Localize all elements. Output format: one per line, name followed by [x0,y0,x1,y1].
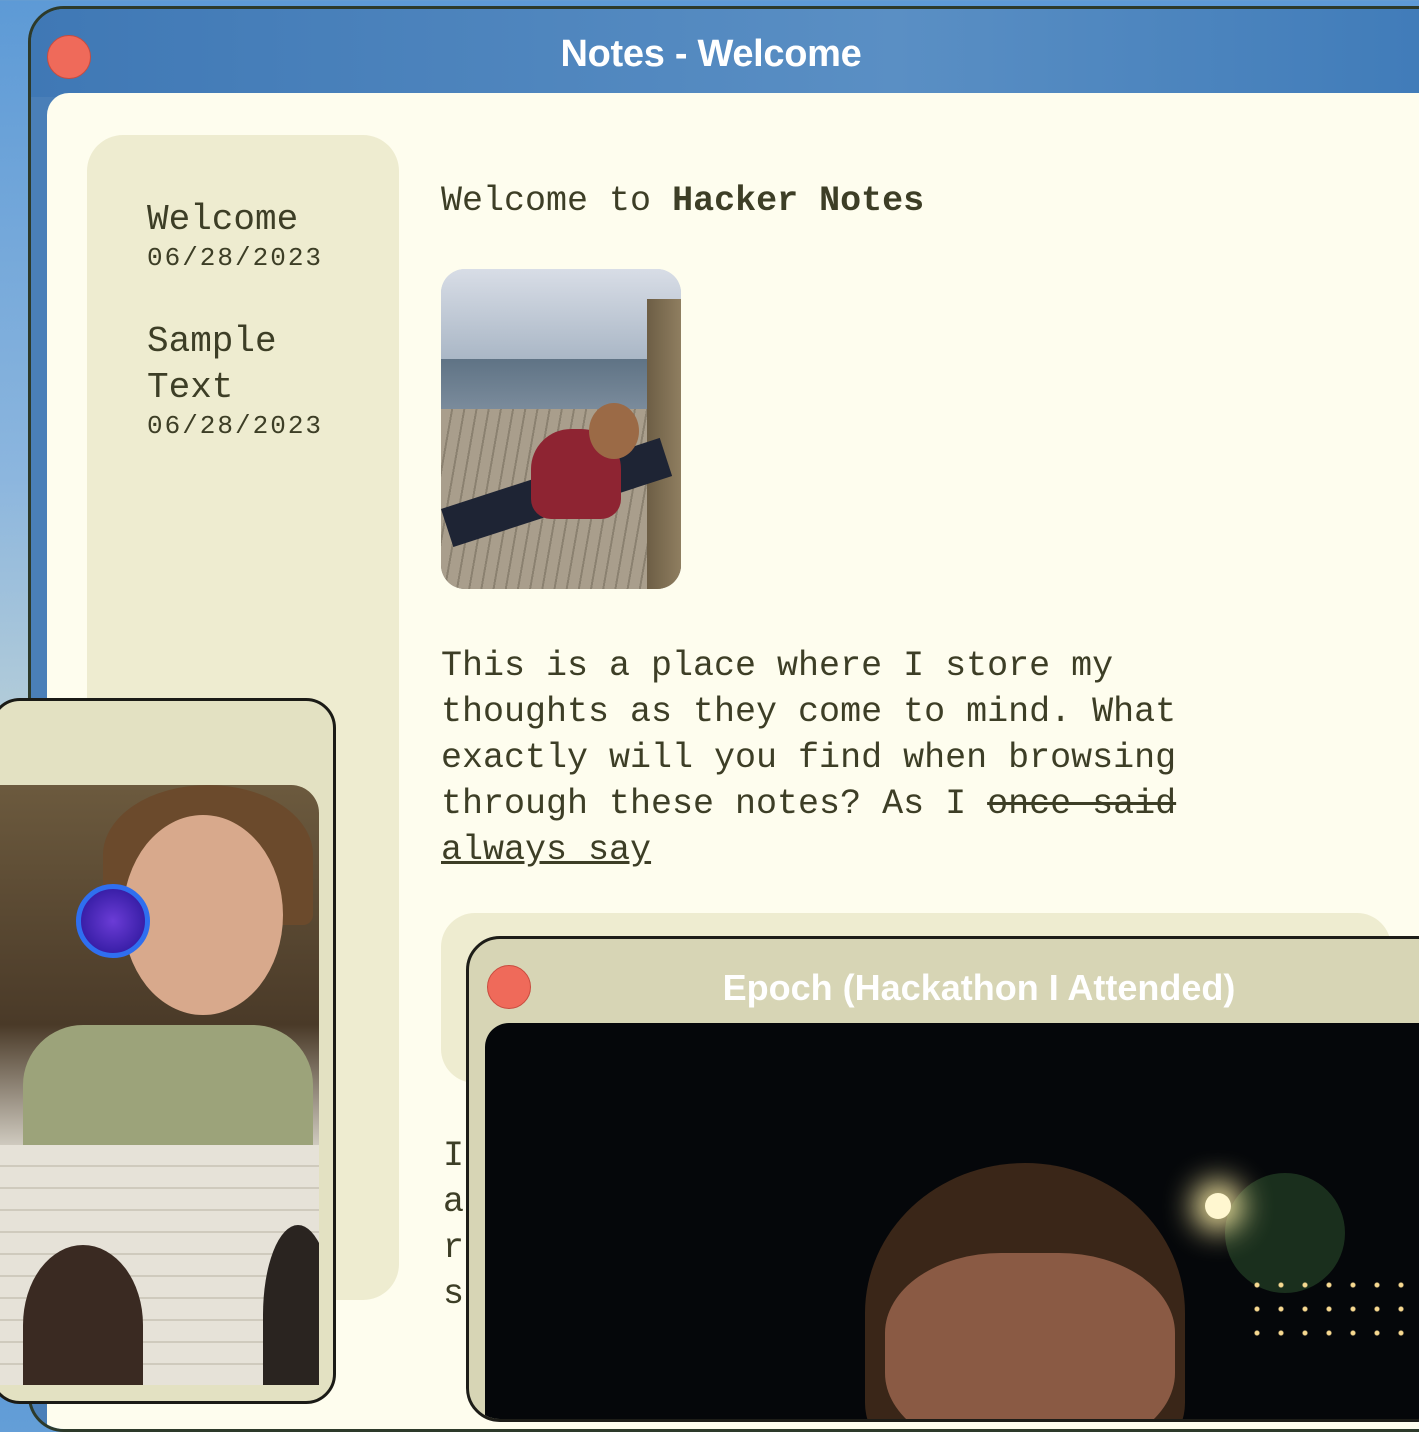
note-photo [441,269,681,589]
clipped-line: r [443,1228,465,1268]
paragraph-line: always say [441,827,1301,873]
paragraph-line: through these notes? As I once said [441,781,1301,827]
sidebar-item-sample-text[interactable]: Sample Text 06/28/2023 [147,319,323,441]
note-date: 06/28/2023 [147,411,324,441]
cursor-pointer [76,884,150,958]
clipped-line: s [443,1274,465,1314]
clipped-text: I a r s [443,1133,464,1317]
note-paragraph[interactable]: This is a place where I store my thought… [441,643,1301,873]
notes-titlebar[interactable]: Notes - Welcome [31,9,1419,97]
note-title-line2: Text [147,367,234,408]
heading-prefix: Welcome to [441,181,652,221]
note-title: Welcome [147,199,299,240]
paragraph-line: thoughts as they come to mind. What [441,692,1177,732]
epoch-window[interactable]: Epoch (Hackathon I Attended) [466,936,1419,1422]
sidebar-item-welcome[interactable]: Welcome 06/28/2023 [147,197,323,273]
note-heading: Welcome to Hacker Notes [441,181,924,221]
paragraph-text: through these notes? As I [441,784,967,824]
heading-bold: Hacker Notes [672,181,925,221]
paragraph-line: This is a place where I store my [441,646,1114,686]
camera-window[interactable] [0,698,336,1404]
window-title: Notes - Welcome [560,33,862,75]
paragraph-line: exactly will you find when browsing [441,738,1177,778]
epoch-video [485,1023,1419,1419]
note-date: 06/28/2023 [147,243,324,273]
epoch-window-title: Epoch (Hackathon I Attended) [722,967,1236,1008]
clipped-line: I [443,1136,465,1176]
underlined-text: always say [441,830,652,870]
clipped-line: a [443,1182,465,1222]
camera-video [0,785,319,1385]
note-title-line1: Sample [147,321,277,362]
strikethrough-text: once said [987,784,1177,824]
